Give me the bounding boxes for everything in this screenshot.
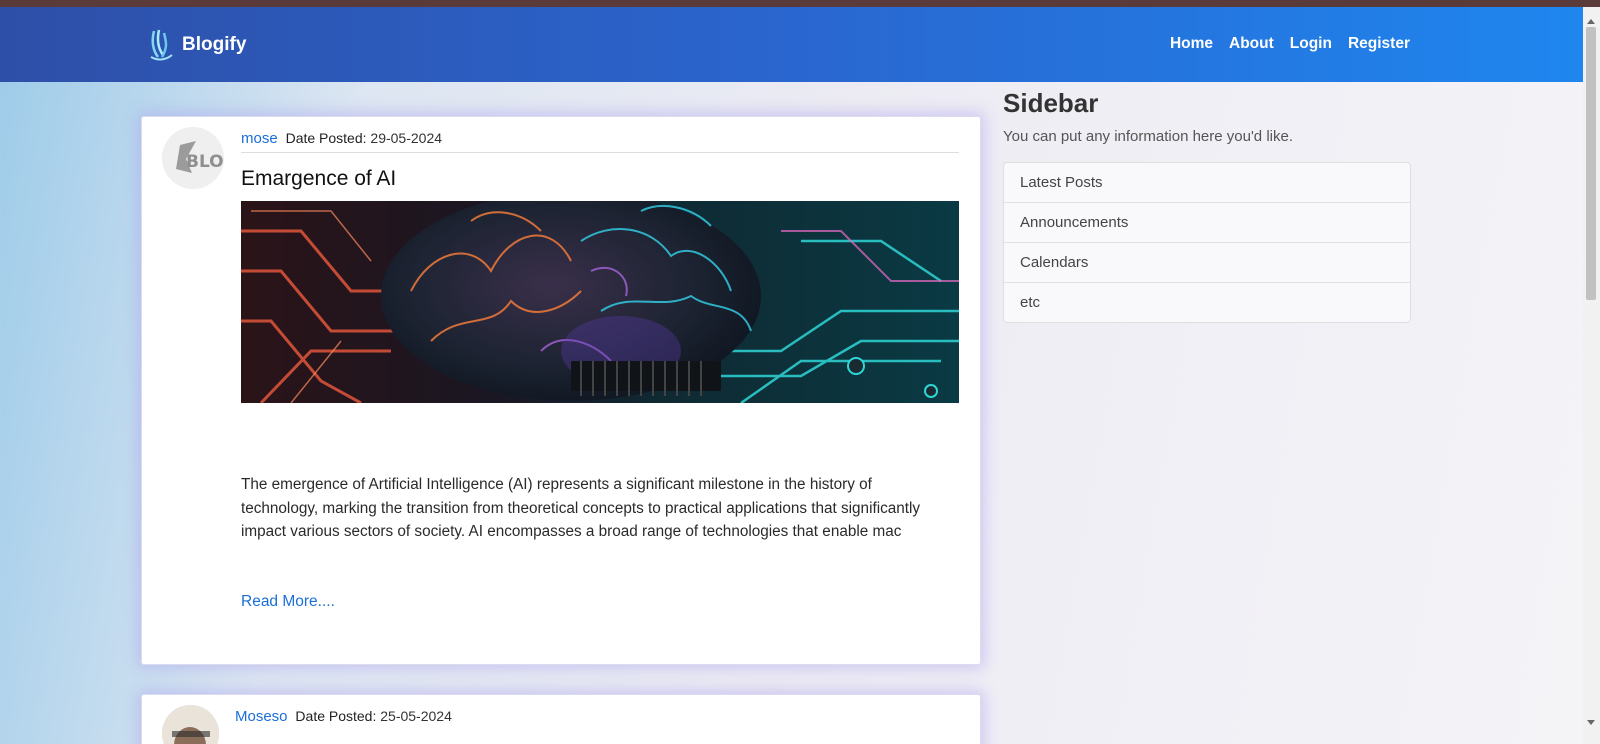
post-date: 29-05-2024 xyxy=(370,130,443,146)
sidebar-title: Sidebar xyxy=(1003,88,1099,118)
nav-home[interactable]: Home xyxy=(1170,35,1213,53)
read-more-link[interactable]: Read More.... xyxy=(241,593,335,611)
scroll-thumb[interactable] xyxy=(1586,27,1596,300)
sidebar-text: You can put any information here you'd l… xyxy=(1003,128,1293,145)
nav-login[interactable]: Login xyxy=(1290,35,1332,53)
avatar-photo-icon xyxy=(162,705,219,744)
post-excerpt: The emergence of Artificial Intelligence… xyxy=(241,476,921,540)
avatar-logo-icon: BLO xyxy=(162,127,224,189)
browser-top-strip xyxy=(0,0,1600,7)
date-label-2: Date Posted: xyxy=(295,708,377,724)
scroll-down-icon[interactable] xyxy=(1587,720,1595,725)
post-card-2: Moseso Date Posted: 25-05-2024 xyxy=(141,694,981,744)
post-author-link-2[interactable]: Moseso xyxy=(235,708,288,725)
post-card: BLO mose Date Posted: 29-05-2024 Emargen… xyxy=(141,116,981,665)
nav-links: Home About Login Register xyxy=(1170,35,1410,53)
brand-logo-icon xyxy=(150,29,173,61)
ai-brain-illustration xyxy=(241,201,959,403)
brand-name: Blogify xyxy=(182,34,247,55)
sidebar: Sidebar You can put any information here… xyxy=(1003,88,1411,339)
post-image xyxy=(241,201,959,403)
date-label: Date Posted: xyxy=(285,130,367,146)
nav-register[interactable]: Register xyxy=(1348,35,1410,53)
post-meta: mose Date Posted: 29-05-2024 xyxy=(241,130,959,153)
post-title[interactable]: Emargence of AI xyxy=(241,167,396,191)
post-meta-2: Moseso Date Posted: 25-05-2024 xyxy=(235,708,452,725)
post-author-link[interactable]: mose xyxy=(241,130,278,147)
scrollbar[interactable] xyxy=(1583,7,1600,744)
sidebar-item-calendars[interactable]: Calendars xyxy=(1004,243,1410,283)
author-avatar[interactable]: BLO xyxy=(162,127,224,189)
author-avatar-2[interactable] xyxy=(162,705,219,744)
sidebar-item-announcements[interactable]: Announcements xyxy=(1004,203,1410,243)
sidebar-item-latest-posts[interactable]: Latest Posts xyxy=(1004,163,1410,203)
post-date-2: 25-05-2024 xyxy=(380,708,452,724)
navbar: Blogify Home About Login Register xyxy=(0,7,1583,82)
sidebar-item-etc[interactable]: etc xyxy=(1004,283,1410,322)
nav-about[interactable]: About xyxy=(1229,35,1274,53)
scroll-up-icon[interactable] xyxy=(1587,19,1595,24)
sidebar-list: Latest Posts Announcements Calendars etc xyxy=(1003,162,1411,323)
avatar-text: BLO xyxy=(186,152,224,172)
brand[interactable]: Blogify xyxy=(148,25,246,65)
